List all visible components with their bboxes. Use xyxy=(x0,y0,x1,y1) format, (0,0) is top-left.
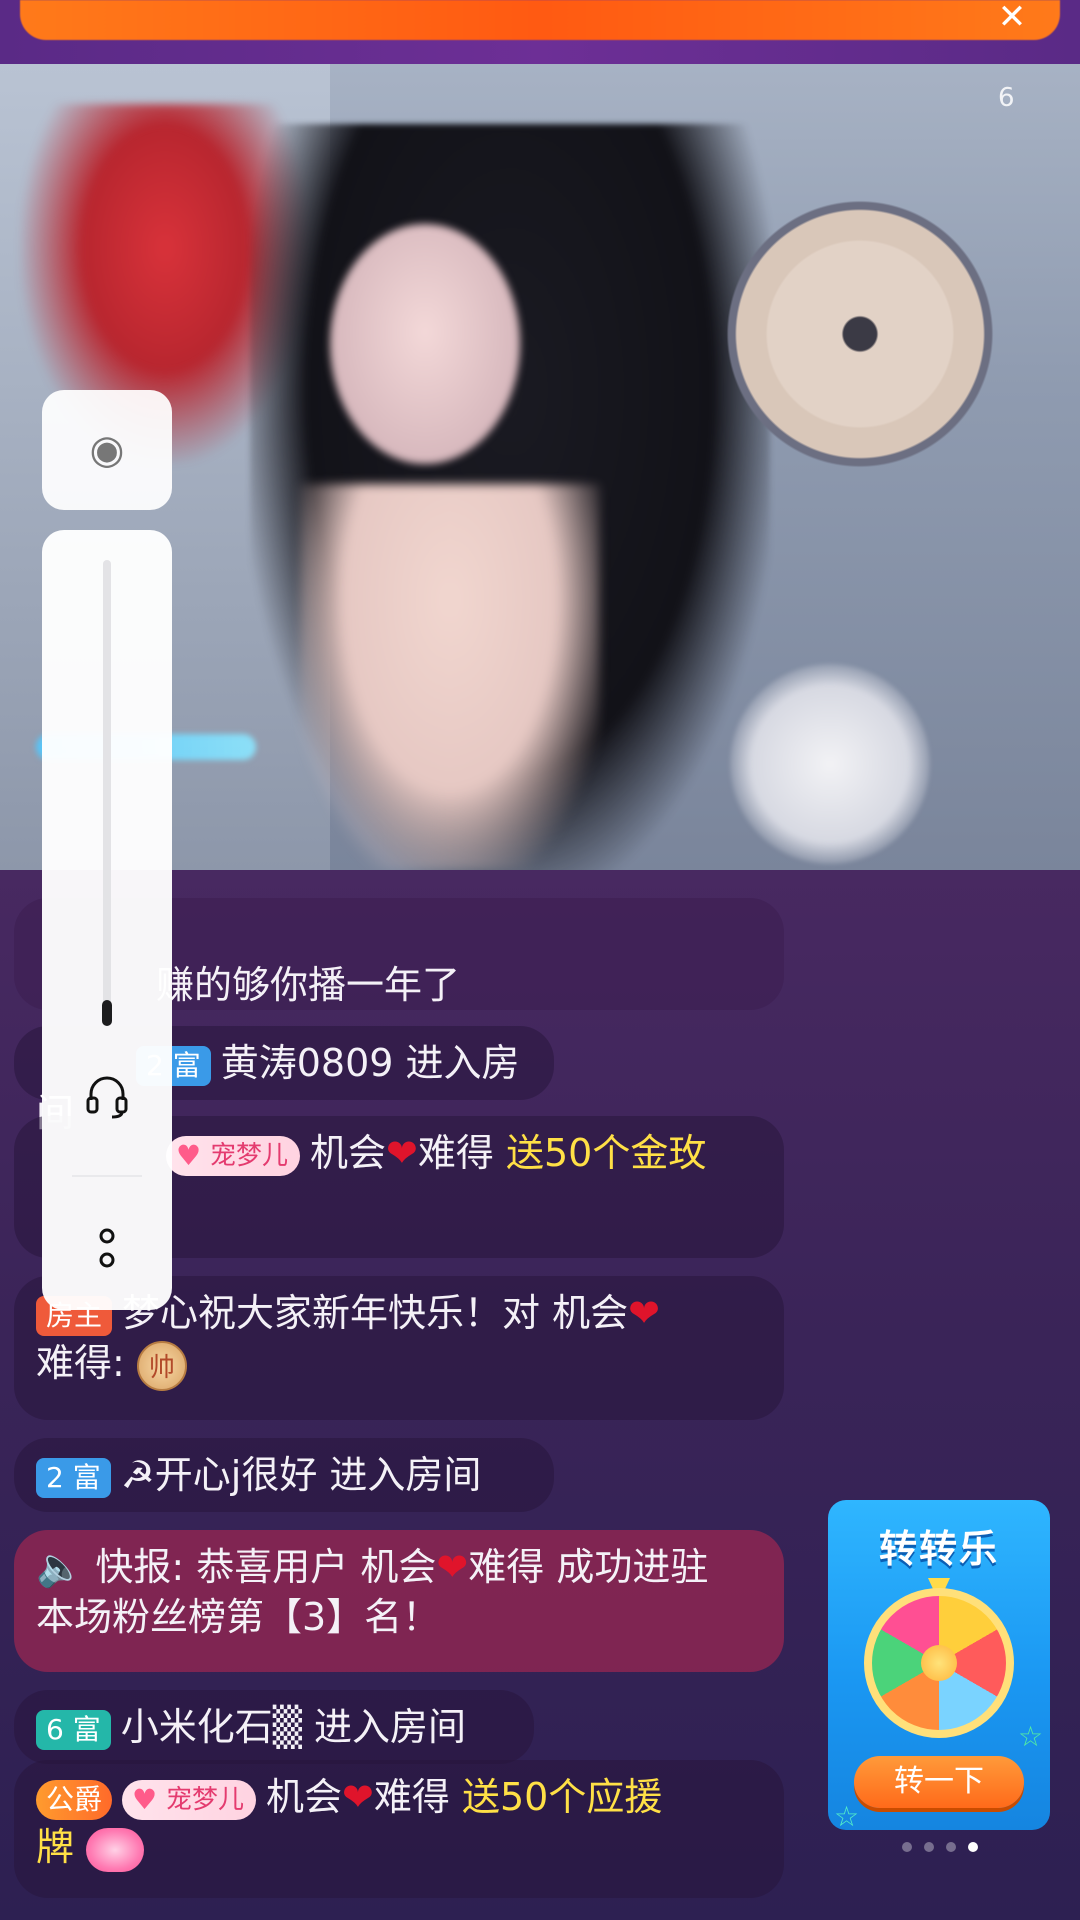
spin-wheel-widget[interactable]: 转转乐 ☆ ☆ 转一下 xyxy=(828,1500,1050,1830)
chat-text-line2: 难得: xyxy=(36,1341,125,1385)
more-vertical-icon[interactable] xyxy=(94,1220,120,1280)
side-control-panel: ◉ xyxy=(42,390,172,1310)
chat-text: ☭开心j很好 进入房间 xyxy=(120,1453,482,1497)
chat-text: 小米化石▒ 进入房间 xyxy=(120,1705,467,1749)
gift-text-line2: 牌 xyxy=(36,1825,75,1869)
chat-user: 机会 xyxy=(310,1131,387,1175)
gift-icon xyxy=(86,1827,145,1872)
news-text: 快报: 恭喜用户 机会 xyxy=(95,1545,437,1589)
spin-button[interactable]: 转一下 xyxy=(854,1756,1024,1808)
carousel-dots[interactable] xyxy=(880,1842,1000,1858)
news-text-b: 难得 成功进驻 xyxy=(468,1545,709,1589)
headset-icon[interactable] xyxy=(82,1070,132,1120)
volume-slider[interactable] xyxy=(42,530,172,1310)
heart-icon: ❤ xyxy=(386,1131,418,1175)
divider xyxy=(72,1175,142,1177)
page-dot-active[interactable] xyxy=(968,1842,978,1852)
page-dot[interactable] xyxy=(902,1842,912,1852)
chat-text: 梦心祝大家新年快乐！对 机会 xyxy=(122,1291,629,1335)
coin-icon: 帅 xyxy=(136,1340,187,1391)
chat-message[interactable]: 6 富小米化石▒ 进入房间 xyxy=(14,1690,534,1764)
page-dot[interactable] xyxy=(924,1842,934,1852)
star-icon: ☆ xyxy=(834,1800,860,1830)
noble-badge: 公爵 xyxy=(36,1779,113,1820)
chat-message[interactable]: 公爵宠梦儿机会❤难得 送50个应援 牌 xyxy=(14,1760,784,1898)
volume-track[interactable] xyxy=(103,560,111,1020)
toggle-icon[interactable]: ◉ xyxy=(42,390,172,510)
news-text-line2: 本场粉丝榜第【3】名！ xyxy=(36,1595,441,1639)
rich-level-badge: 6 富 xyxy=(36,1709,111,1750)
widget-title: 转转乐 xyxy=(878,1527,999,1571)
gift-text: 送50个金玫 xyxy=(505,1131,707,1175)
pet-badge: 宠梦儿 xyxy=(122,1779,257,1820)
wheel-hub xyxy=(921,1645,957,1681)
star-icon: ☆ xyxy=(1018,1720,1044,1753)
volume-thumb[interactable] xyxy=(102,1000,112,1026)
page-dot[interactable] xyxy=(946,1842,956,1852)
gift-text: 送50个应援 xyxy=(462,1775,663,1819)
chat-user-suffix: 难得 xyxy=(417,1131,494,1175)
chat-user: 机会 xyxy=(266,1775,343,1819)
heart-icon: ❤ xyxy=(436,1545,469,1589)
spin-wheel[interactable] xyxy=(864,1588,1014,1738)
heart-icon: ❤ xyxy=(628,1291,660,1335)
speaker-icon: 🔈 xyxy=(36,1545,84,1589)
pet-badge: 宠梦儿 xyxy=(166,1135,301,1176)
heart-icon: ❤ xyxy=(342,1775,374,1819)
chat-user-suffix: 难得 xyxy=(373,1775,450,1819)
chat-message[interactable]: 2 富 ☭开心j很好 进入房间 xyxy=(14,1438,554,1512)
rich-level-badge: 2 富 xyxy=(36,1457,111,1498)
system-message[interactable]: 🔈 快报: 恭喜用户 机会❤难得 成功进驻 本场粉丝榜第【3】名！ xyxy=(14,1530,784,1672)
